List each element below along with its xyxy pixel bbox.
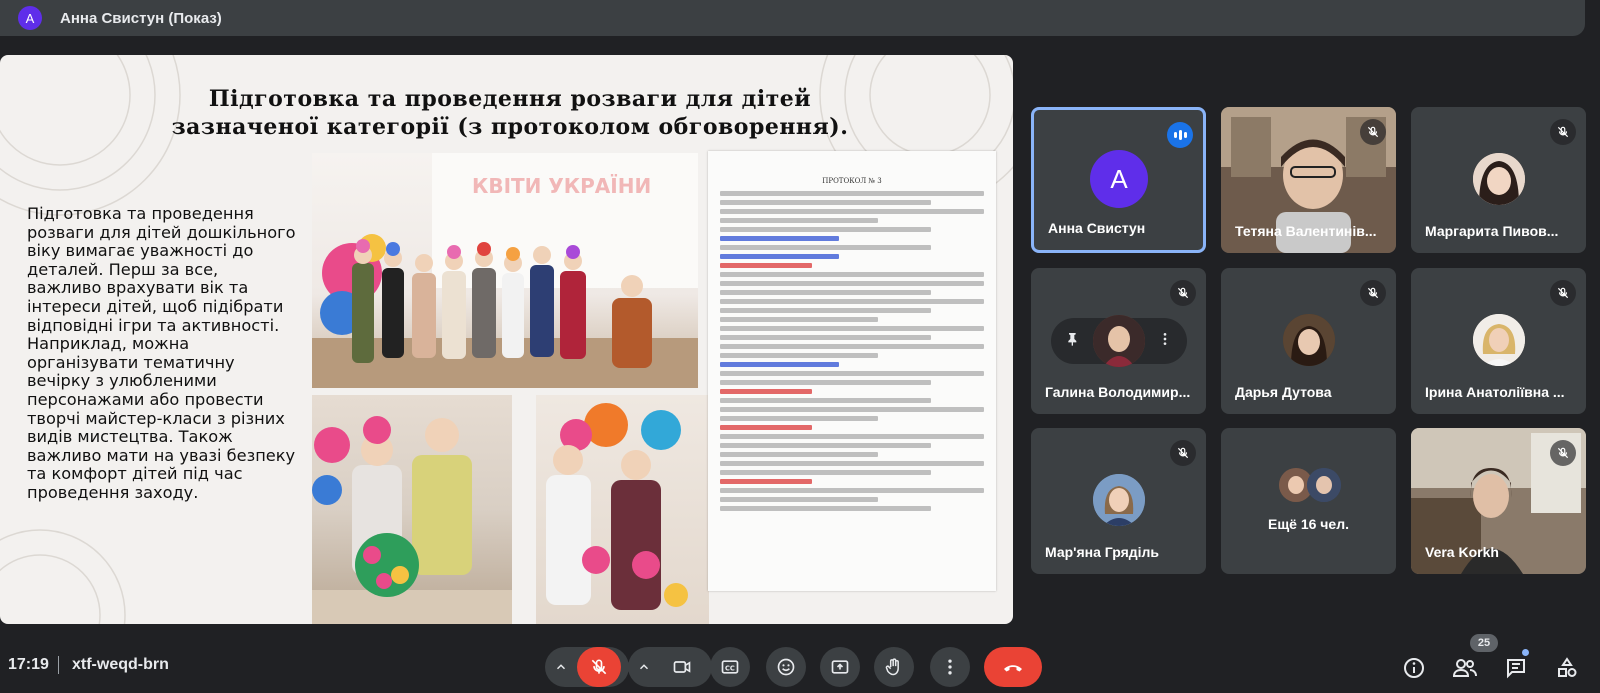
- speaking-indicator-icon: [1167, 122, 1193, 148]
- participant-name: Маргарита Пивов...: [1425, 223, 1559, 239]
- people-button[interactable]: [1451, 654, 1479, 682]
- chat-button[interactable]: [1502, 654, 1530, 682]
- avatar: [1307, 468, 1341, 502]
- chat-icon: [1507, 659, 1525, 679]
- mic-off-button[interactable]: [577, 647, 621, 687]
- more-participants-label: Ещё 16 чел.: [1268, 516, 1349, 532]
- more-vert-icon: [948, 659, 952, 675]
- children-craft-photo: [312, 395, 512, 624]
- raise-hand-button[interactable]: [874, 647, 914, 687]
- participant-name: Тетяна Валентинів...: [1235, 223, 1377, 239]
- activities-button[interactable]: [1553, 654, 1581, 682]
- participant-name: Ірина Анатоліївна ...: [1425, 384, 1565, 400]
- end-call-icon: [1004, 665, 1022, 672]
- participant-tile-halyna[interactable]: Галина Володимир...: [1031, 268, 1206, 414]
- avatar: [1473, 153, 1525, 205]
- protocol-document-scan: ПРОТОКОЛ № 3: [708, 151, 996, 591]
- microphone-control: [545, 647, 629, 687]
- avatar: [1093, 315, 1145, 367]
- presentation-header: A Анна Свистун (Показ): [0, 0, 1585, 36]
- children-flowers-photo: [536, 395, 709, 624]
- captions-button[interactable]: CC: [710, 647, 750, 687]
- participant-name: Мар'яна Гряділь: [1045, 544, 1160, 560]
- slide-title: Підготовка та проведення розваги для діт…: [130, 85, 890, 141]
- info-button[interactable]: [1400, 654, 1428, 682]
- mic-off-icon: [1550, 280, 1576, 306]
- raise-hand-icon: [885, 658, 899, 676]
- emoji-button[interactable]: [766, 647, 806, 687]
- more-participants-tile[interactable]: Ещё 16 чел.: [1221, 428, 1396, 574]
- chat-notification-dot: [1522, 649, 1529, 656]
- participant-tile-anna[interactable]: A Анна Свистун: [1031, 107, 1206, 253]
- mic-off-icon: [1360, 280, 1386, 306]
- participant-tile-vera[interactable]: Vera Korkh: [1411, 428, 1586, 574]
- tile-controls: [1051, 315, 1187, 367]
- avatar: [1093, 474, 1145, 526]
- meeting-time: 17:19: [8, 656, 49, 673]
- present-icon: [831, 660, 849, 674]
- children-group-photo: КВІТИ УКРАЇНИ: [312, 153, 698, 388]
- participant-name: Vera Korkh: [1425, 544, 1499, 560]
- chevron-up-icon[interactable]: [628, 660, 660, 674]
- camera-button[interactable]: [660, 647, 704, 687]
- avatar: [1283, 314, 1335, 366]
- participant-name: Галина Володимир...: [1045, 384, 1191, 400]
- participant-tile-maryana[interactable]: Мар'яна Гряділь: [1031, 428, 1206, 574]
- chevron-up-icon[interactable]: [545, 660, 577, 674]
- more-vert-icon[interactable]: [1157, 331, 1173, 352]
- mic-off-icon: [1360, 119, 1386, 145]
- participant-tile-tetyana[interactable]: Тетяна Валентинів...: [1221, 107, 1396, 253]
- meeting-controls-bar: 17:19 xtf-weqd-brn CC: [0, 636, 1600, 693]
- shared-slide: Підготовка та проведення розваги для діт…: [0, 55, 1013, 624]
- presenter-title: Анна Свистун (Показ): [60, 9, 222, 27]
- mic-off-icon: [591, 659, 607, 675]
- mic-off-icon: [1550, 440, 1576, 466]
- slide-title-line-2: зазначеної категорії (з протоколом обгов…: [171, 114, 849, 140]
- slide-body-text: Підготовка та проведення розваги для діт…: [27, 204, 296, 502]
- svg-text:CC: CC: [725, 664, 735, 672]
- activities-icon: [1558, 657, 1577, 677]
- present-button[interactable]: [820, 647, 860, 687]
- document-heading: ПРОТОКОЛ № 3: [822, 177, 882, 185]
- mic-off-icon: [1170, 440, 1196, 466]
- presenter-avatar: A: [18, 6, 42, 30]
- participant-name: Дарья Дутова: [1235, 384, 1332, 400]
- captions-icon: CC: [721, 660, 739, 674]
- emoji-icon: [777, 658, 795, 676]
- mic-off-icon: [1550, 119, 1576, 145]
- avatar: A: [1090, 150, 1148, 208]
- participant-name: Анна Свистун: [1048, 220, 1146, 236]
- pin-icon[interactable]: [1065, 331, 1081, 352]
- mic-off-icon: [1170, 280, 1196, 306]
- participants-count-badge: 25: [1470, 634, 1498, 652]
- camera-control: [628, 647, 712, 687]
- people-icon: [1452, 659, 1477, 677]
- participant-tile-iryna[interactable]: Ірина Анатоліївна ...: [1411, 268, 1586, 414]
- camera-icon: [673, 661, 691, 673]
- photo-banner-text: КВІТИ УКРАЇНИ: [472, 174, 651, 198]
- participant-tile-marharyta[interactable]: Маргарита Пивов...: [1411, 107, 1586, 253]
- avatar: [1473, 314, 1525, 366]
- info-icon: [1404, 658, 1424, 678]
- meeting-code: xtf-weqd-brn: [72, 656, 169, 673]
- end-call-button[interactable]: [984, 647, 1042, 687]
- more-options-button[interactable]: [930, 647, 970, 687]
- divider: [58, 656, 59, 674]
- slide-title-line-1: Підготовка та проведення розваги для діт…: [208, 86, 812, 112]
- participant-tile-darya[interactable]: Дарья Дутова: [1221, 268, 1396, 414]
